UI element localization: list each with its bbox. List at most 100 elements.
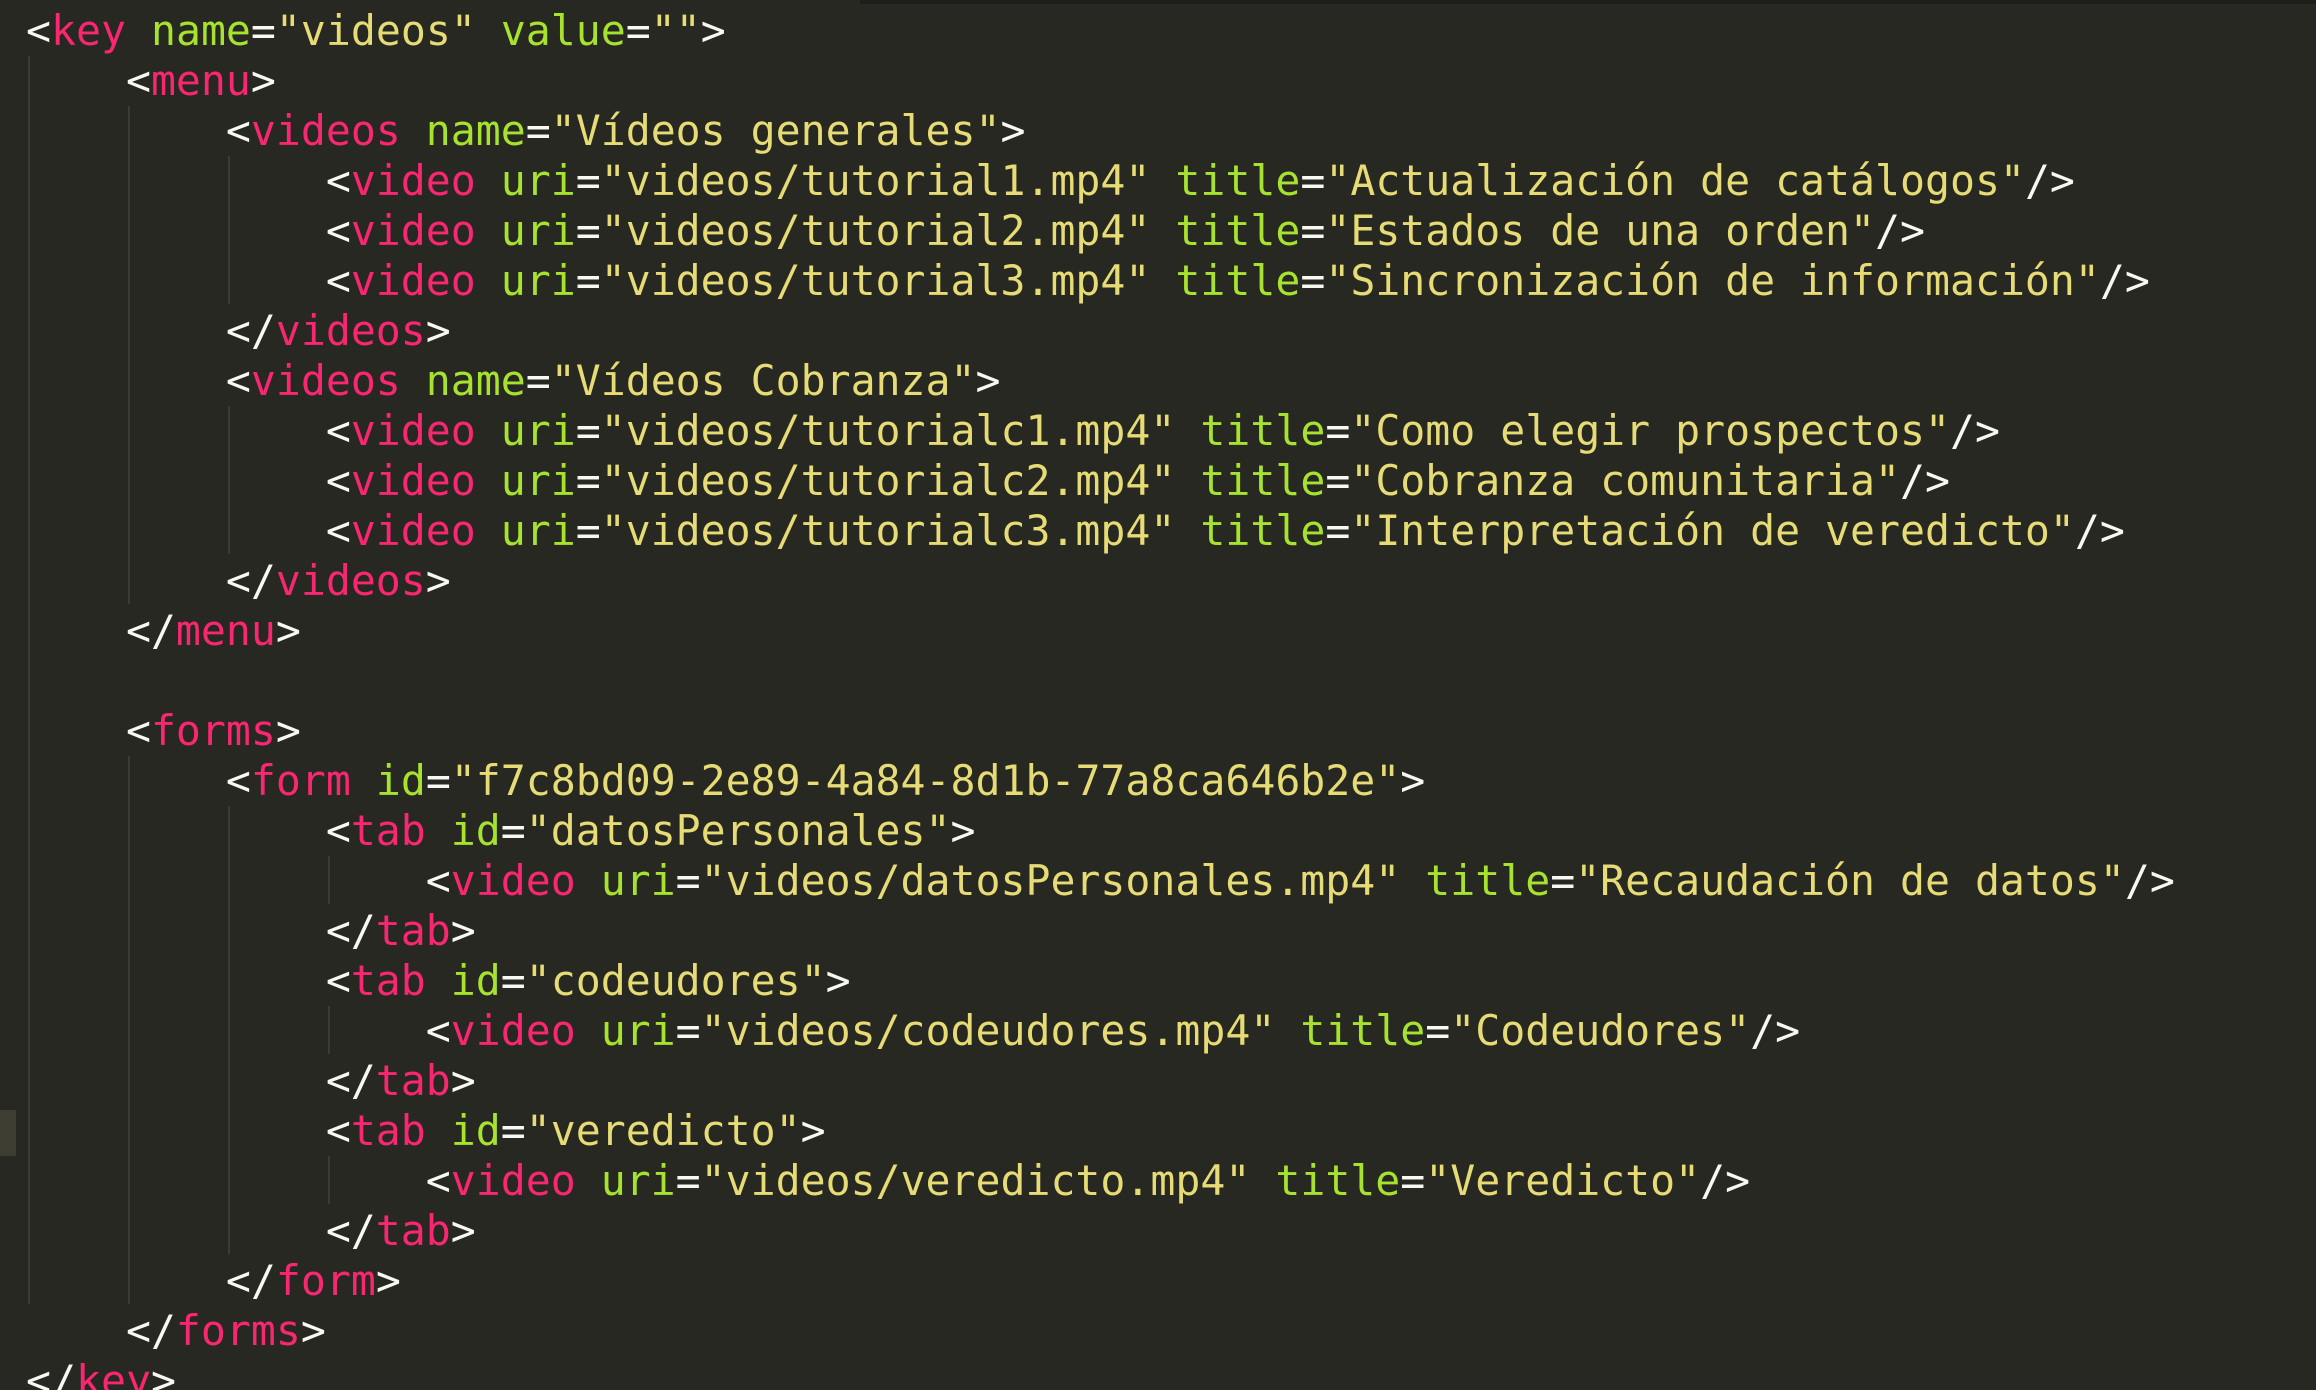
punctuation-token: =	[675, 856, 701, 905]
string-token: "videos/tutorial2.mp4"	[600, 206, 1151, 255]
punctuation-token: =	[425, 756, 451, 805]
punctuation-token: >	[450, 1206, 476, 1255]
punctuation-token: >	[425, 556, 451, 605]
attribute-token: title	[1175, 256, 1301, 305]
punctuation-token: >	[800, 1106, 826, 1155]
code-line[interactable]: </tab>	[26, 1056, 2175, 1106]
punctuation-token	[1150, 256, 1175, 305]
punctuation-token	[476, 506, 501, 555]
punctuation-token	[576, 1156, 601, 1205]
code-line[interactable]: <video uri="videos/tutorialc1.mp4" title…	[26, 406, 2175, 456]
punctuation-token: =	[1325, 506, 1351, 555]
code-line[interactable]: </menu>	[26, 606, 2175, 656]
code-line[interactable]: <key name="videos" value="">	[26, 6, 2175, 56]
punctuation-token: >	[425, 306, 451, 355]
punctuation-token: =	[575, 206, 601, 255]
code-line[interactable]: </forms>	[26, 1306, 2175, 1356]
punctuation-token	[476, 6, 501, 55]
code-line[interactable]: <forms>	[26, 706, 2175, 756]
punctuation-token: =	[1325, 456, 1351, 505]
punctuation-token: />	[2124, 856, 2175, 905]
punctuation-token: =	[500, 1106, 526, 1155]
punctuation-token	[426, 956, 451, 1005]
code-line[interactable]: <video uri="videos/tutorial2.mp4" title=…	[26, 206, 2175, 256]
punctuation-token: =	[575, 506, 601, 555]
punctuation-token: />	[2024, 156, 2075, 205]
attribute-token: title	[1275, 1156, 1401, 1205]
editor-top-border	[860, 0, 2316, 4]
string-token: "Vídeos Cobranza"	[550, 356, 976, 405]
tag-name-token: forms	[150, 706, 276, 755]
attribute-token: uri	[500, 156, 576, 205]
punctuation-token: =	[1550, 856, 1576, 905]
punctuation-token: <	[26, 106, 251, 155]
attribute-token: uri	[500, 506, 576, 555]
punctuation-token: =	[675, 1006, 701, 1055]
code-line[interactable]: </tab>	[26, 906, 2175, 956]
code-line[interactable]: <tab id="codeudores">	[26, 956, 2175, 1006]
punctuation-token: >	[300, 1306, 326, 1355]
punctuation-token: />	[1949, 406, 2000, 455]
string-token: "Actualización de catálogos"	[1325, 156, 2025, 205]
punctuation-token: </	[26, 1356, 76, 1390]
code-line[interactable]: <form id="f7c8bd09-2e89-4a84-8d1b-77a8ca…	[26, 756, 2175, 806]
punctuation-token: >	[275, 606, 301, 655]
punctuation-token: >	[450, 906, 476, 955]
code-line[interactable]: </videos>	[26, 306, 2175, 356]
code-line[interactable]: </tab>	[26, 1206, 2175, 1256]
punctuation-token	[1150, 156, 1175, 205]
tag-name-token: form	[275, 1256, 376, 1305]
code-line[interactable]: <video uri="videos/tutorial3.mp4" title=…	[26, 256, 2175, 306]
punctuation-token	[126, 6, 151, 55]
code-line[interactable]: <tab id="veredicto">	[26, 1106, 2175, 1156]
punctuation-token	[1150, 206, 1175, 255]
code-line[interactable]	[26, 656, 2175, 706]
attribute-token: title	[1175, 206, 1301, 255]
punctuation-token: >	[1400, 756, 1426, 805]
attribute-token: title	[1200, 506, 1326, 555]
code-line[interactable]: <video uri="videos/datosPersonales.mp4" …	[26, 856, 2175, 906]
tag-name-token: video	[350, 406, 476, 455]
string-token: "Codeudores"	[1450, 1006, 1751, 1055]
punctuation-token: />	[2099, 256, 2150, 305]
code-line[interactable]: <video uri="videos/codeudores.mp4" title…	[26, 1006, 2175, 1056]
code-line[interactable]: </videos>	[26, 556, 2175, 606]
punctuation-token: >	[150, 1356, 176, 1390]
code-editor[interactable]: <key name="videos" value=""> <menu> <vid…	[0, 0, 2316, 1390]
punctuation-token: <	[26, 406, 351, 455]
code-line[interactable]: <video uri="videos/tutorial1.mp4" title=…	[26, 156, 2175, 206]
string-token: "videos/tutorial3.mp4"	[600, 256, 1151, 305]
tag-name-token: forms	[175, 1306, 301, 1355]
code-text-area[interactable]: <key name="videos" value=""> <menu> <vid…	[26, 6, 2175, 1390]
code-line[interactable]: <menu>	[26, 56, 2175, 106]
tag-name-token: videos	[250, 106, 401, 155]
code-line[interactable]: </key>	[26, 1356, 2175, 1390]
tag-name-token: videos	[250, 356, 401, 405]
tag-name-token: tab	[350, 1106, 426, 1155]
punctuation-token: />	[1900, 456, 1950, 505]
punctuation-token	[1175, 506, 1200, 555]
code-line[interactable]: </form>	[26, 1256, 2175, 1306]
attribute-token: title	[1300, 1006, 1426, 1055]
punctuation-token: =	[575, 156, 601, 205]
punctuation-token: =	[675, 1156, 701, 1205]
punctuation-token: =	[525, 356, 551, 405]
code-line[interactable]: <video uri="videos/veredicto.mp4" title=…	[26, 1156, 2175, 1206]
punctuation-token: =	[625, 6, 651, 55]
code-line[interactable]: <video uri="videos/tutorialc2.mp4" title…	[26, 456, 2175, 506]
string-token: "Como elegir prospectos"	[1350, 406, 1950, 455]
string-token: "datosPersonales"	[525, 806, 951, 855]
attribute-token: value	[500, 6, 626, 55]
code-line[interactable]: <video uri="videos/tutorialc3.mp4" title…	[26, 506, 2175, 556]
tag-name-token: video	[450, 1006, 576, 1055]
punctuation-token: <	[26, 856, 451, 905]
punctuation-token	[1275, 1006, 1300, 1055]
punctuation-token: </	[26, 906, 376, 955]
attribute-token: name	[425, 356, 526, 405]
attribute-token: uri	[600, 856, 676, 905]
string-token: ""	[650, 6, 701, 55]
punctuation-token: />	[1875, 206, 1926, 255]
code-line[interactable]: <tab id="datosPersonales">	[26, 806, 2175, 856]
code-line[interactable]: <videos name="Vídeos generales">	[26, 106, 2175, 156]
code-line[interactable]: <videos name="Vídeos Cobranza">	[26, 356, 2175, 406]
